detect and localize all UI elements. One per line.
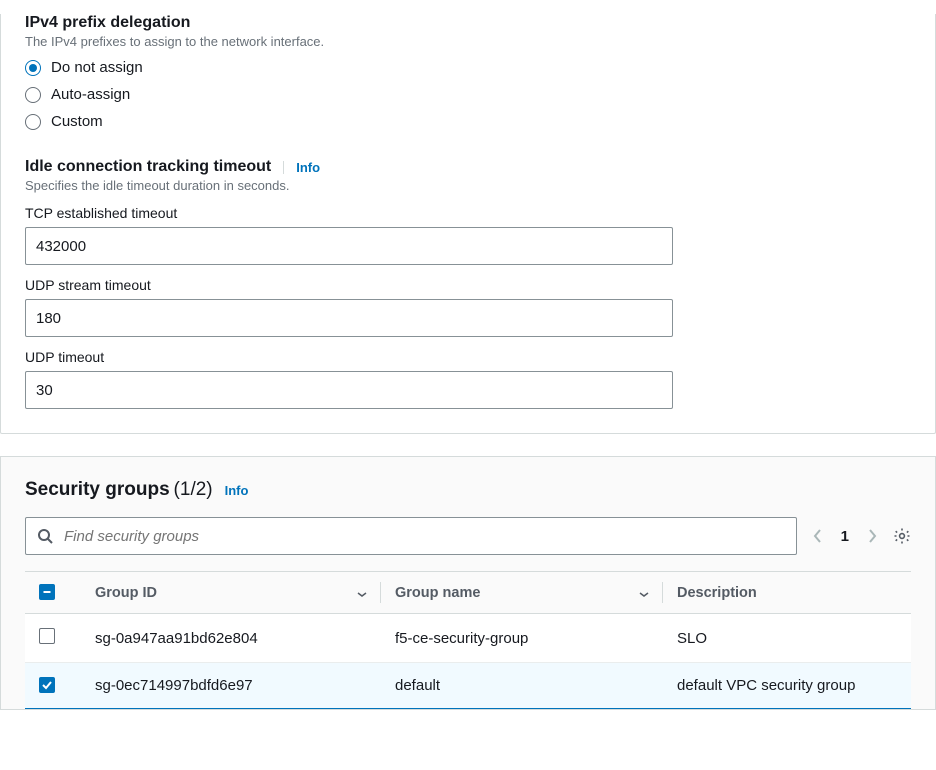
ipv4-radio-custom[interactable]: Custom <box>25 113 911 130</box>
column-header-group-id[interactable]: Group ID <box>81 572 381 614</box>
cell-group-id: sg-0a947aa91bd62e804 <box>81 614 381 663</box>
ipv4-radio-auto-assign[interactable]: Auto-assign <box>25 86 911 103</box>
column-label: Group name <box>395 585 480 601</box>
pager-next-button[interactable] <box>863 527 881 545</box>
radio-label: Custom <box>51 113 103 130</box>
network-interface-settings-panel: IPv4 prefix delegation The IPv4 prefixes… <box>0 14 936 434</box>
tcp-timeout-label: TCP established timeout <box>25 205 911 221</box>
idle-tracking-desc: Specifies the idle timeout duration in s… <box>25 178 911 193</box>
security-groups-panel: Security groups (1/2) Info 1 <box>0 456 936 710</box>
udp-stream-timeout-label: UDP stream timeout <box>25 277 911 293</box>
udp-timeout-input[interactable] <box>25 371 673 409</box>
cell-group-id: sg-0ec714997bdfd6e97 <box>81 663 381 709</box>
security-groups-table: Group ID Group name <box>25 571 911 709</box>
security-groups-search-input[interactable] <box>62 527 786 546</box>
select-all-checkbox[interactable] <box>39 584 55 600</box>
cell-group-name: default <box>381 663 663 709</box>
ipv4-radio-do-not-assign[interactable]: Do not assign <box>25 59 911 76</box>
cell-description: SLO <box>663 614 911 663</box>
sort-icon <box>357 585 367 597</box>
table-row[interactable]: sg-0ec714997bdfd6e97 default default VPC… <box>25 663 911 709</box>
sort-icon <box>639 585 649 597</box>
security-groups-title: Security groups <box>25 479 170 500</box>
search-icon <box>36 527 54 545</box>
security-groups-pager: 1 <box>809 527 881 545</box>
idle-tracking-title: Idle connection tracking timeout <box>25 158 271 176</box>
table-row[interactable]: sg-0a947aa91bd62e804 f5-ce-security-grou… <box>25 614 911 663</box>
udp-timeout-label: UDP timeout <box>25 349 911 365</box>
idle-tracking-info-link[interactable]: Info <box>283 161 320 174</box>
column-header-group-name[interactable]: Group name <box>381 572 663 614</box>
pager-prev-button[interactable] <box>809 527 827 545</box>
column-label: Description <box>677 585 757 601</box>
ipv4-prefix-desc: The IPv4 prefixes to assign to the netwo… <box>25 34 911 49</box>
ipv4-prefix-radio-group: Do not assign Auto-assign Custom <box>25 59 911 130</box>
row-checkbox[interactable] <box>39 628 55 644</box>
radio-label: Auto-assign <box>51 86 130 103</box>
udp-stream-timeout-input[interactable] <box>25 299 673 337</box>
tcp-timeout-input[interactable] <box>25 227 673 265</box>
radio-icon <box>25 87 41 103</box>
pager-page-number: 1 <box>841 528 849 545</box>
security-groups-info-link[interactable]: Info <box>225 484 249 497</box>
security-groups-search[interactable] <box>25 517 797 555</box>
radio-label: Do not assign <box>51 59 143 76</box>
column-label: Group ID <box>95 585 157 601</box>
security-groups-count: (1/2) <box>174 479 213 500</box>
column-header-description[interactable]: Description <box>663 572 911 614</box>
security-groups-heading: Security groups (1/2) <box>25 479 213 501</box>
table-settings-button[interactable] <box>893 527 911 545</box>
radio-icon <box>25 114 41 130</box>
ipv4-prefix-title: IPv4 prefix delegation <box>25 14 911 32</box>
radio-icon <box>25 60 41 76</box>
cell-description: default VPC security group <box>663 663 911 709</box>
cell-group-name: f5-ce-security-group <box>381 614 663 663</box>
row-checkbox[interactable] <box>39 677 55 693</box>
